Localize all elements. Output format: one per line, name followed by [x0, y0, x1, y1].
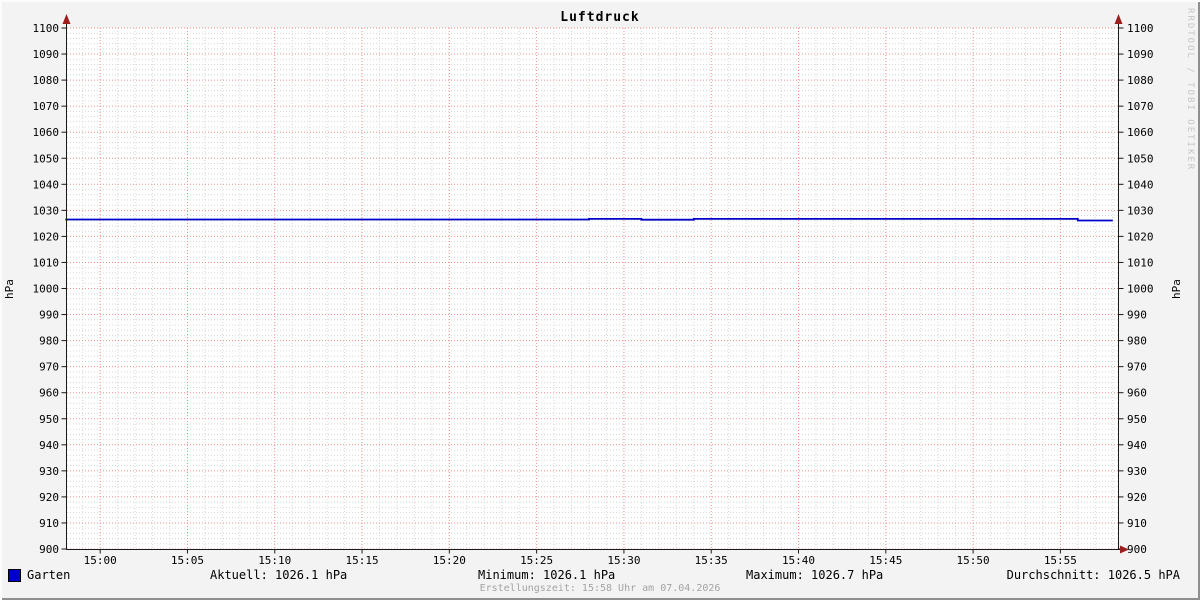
svg-text:950: 950: [1127, 413, 1147, 426]
svg-text:15:05: 15:05: [171, 554, 204, 567]
svg-text:1010: 1010: [33, 256, 60, 269]
svg-text:1060: 1060: [33, 126, 60, 139]
svg-text:15:35: 15:35: [695, 554, 728, 567]
svg-text:1030: 1030: [33, 204, 60, 217]
svg-text:1090: 1090: [33, 48, 60, 61]
stat-durchschnitt: Durchschnitt: 1026.5 hPA: [1006, 568, 1180, 582]
svg-text:15:20: 15:20: [433, 554, 466, 567]
stat-minimum: Minimum: 1026.1 hPa: [478, 568, 616, 582]
legend-color-swatch: [8, 569, 21, 582]
svg-text:15:00: 15:00: [84, 554, 117, 567]
svg-text:920: 920: [39, 491, 59, 504]
svg-text:15:25: 15:25: [520, 554, 553, 567]
svg-text:930: 930: [39, 465, 59, 478]
svg-text:1000: 1000: [33, 283, 60, 296]
svg-text:970: 970: [1127, 361, 1147, 374]
svg-text:1020: 1020: [33, 230, 60, 243]
legend-series-label: Garten: [27, 568, 71, 582]
svg-text:1040: 1040: [1127, 178, 1154, 191]
svg-text:940: 940: [39, 439, 59, 452]
svg-text:980: 980: [39, 335, 59, 348]
svg-text:1100: 1100: [1127, 22, 1154, 35]
svg-text:1040: 1040: [33, 178, 60, 191]
svg-text:1090: 1090: [1127, 48, 1154, 61]
legend-row: Garten Aktuell: 1026.1 hPa Minimum: 1026…: [0, 568, 1200, 582]
stat-aktuell: Aktuell: 1026.1 hPa: [210, 568, 348, 582]
svg-text:1010: 1010: [1127, 256, 1154, 269]
svg-text:910: 910: [1127, 517, 1147, 530]
svg-text:15:15: 15:15: [345, 554, 378, 567]
svg-text:960: 960: [1127, 387, 1147, 400]
svg-text:950: 950: [39, 413, 59, 426]
svg-text:1000: 1000: [1127, 283, 1154, 296]
svg-text:900: 900: [39, 543, 59, 556]
svg-text:1030: 1030: [1127, 204, 1154, 217]
svg-text:970: 970: [39, 361, 59, 374]
svg-text:1050: 1050: [33, 152, 60, 165]
svg-text:1080: 1080: [1127, 74, 1154, 87]
svg-text:15:10: 15:10: [258, 554, 291, 567]
svg-text:920: 920: [1127, 491, 1147, 504]
svg-text:1070: 1070: [33, 100, 60, 113]
rrdtool-graph: Luftdruck hPa hPa RRDTOOL / TOBI OETIKER…: [0, 0, 1200, 600]
svg-text:940: 940: [1127, 439, 1147, 452]
stat-maximum: Maximum: 1026.7 hPa: [746, 568, 884, 582]
creation-timestamp: Erstellungszeit: 15:58 Uhr am 07.04.2026: [479, 583, 721, 594]
plot-area: 900 900 910 910 920 920 930 930 940 940 950 950 960 9…: [33, 14, 1154, 567]
svg-text:1050: 1050: [1127, 152, 1154, 165]
svg-text:980: 980: [1127, 335, 1147, 348]
svg-text:1080: 1080: [33, 74, 60, 87]
svg-text:1020: 1020: [1127, 230, 1154, 243]
svg-text:15:55: 15:55: [1044, 554, 1077, 567]
svg-text:15:40: 15:40: [782, 554, 815, 567]
svg-text:930: 930: [1127, 465, 1147, 478]
svg-text:15:50: 15:50: [957, 554, 990, 567]
svg-text:1070: 1070: [1127, 100, 1154, 113]
svg-text:15:45: 15:45: [869, 554, 902, 567]
svg-text:910: 910: [39, 517, 59, 530]
svg-text:990: 990: [1127, 309, 1147, 322]
svg-text:990: 990: [39, 309, 59, 322]
svg-text:15:30: 15:30: [607, 554, 640, 567]
svg-text:1060: 1060: [1127, 126, 1154, 139]
svg-text:1100: 1100: [33, 22, 60, 35]
svg-text:900: 900: [1127, 543, 1147, 556]
svg-text:960: 960: [39, 387, 59, 400]
